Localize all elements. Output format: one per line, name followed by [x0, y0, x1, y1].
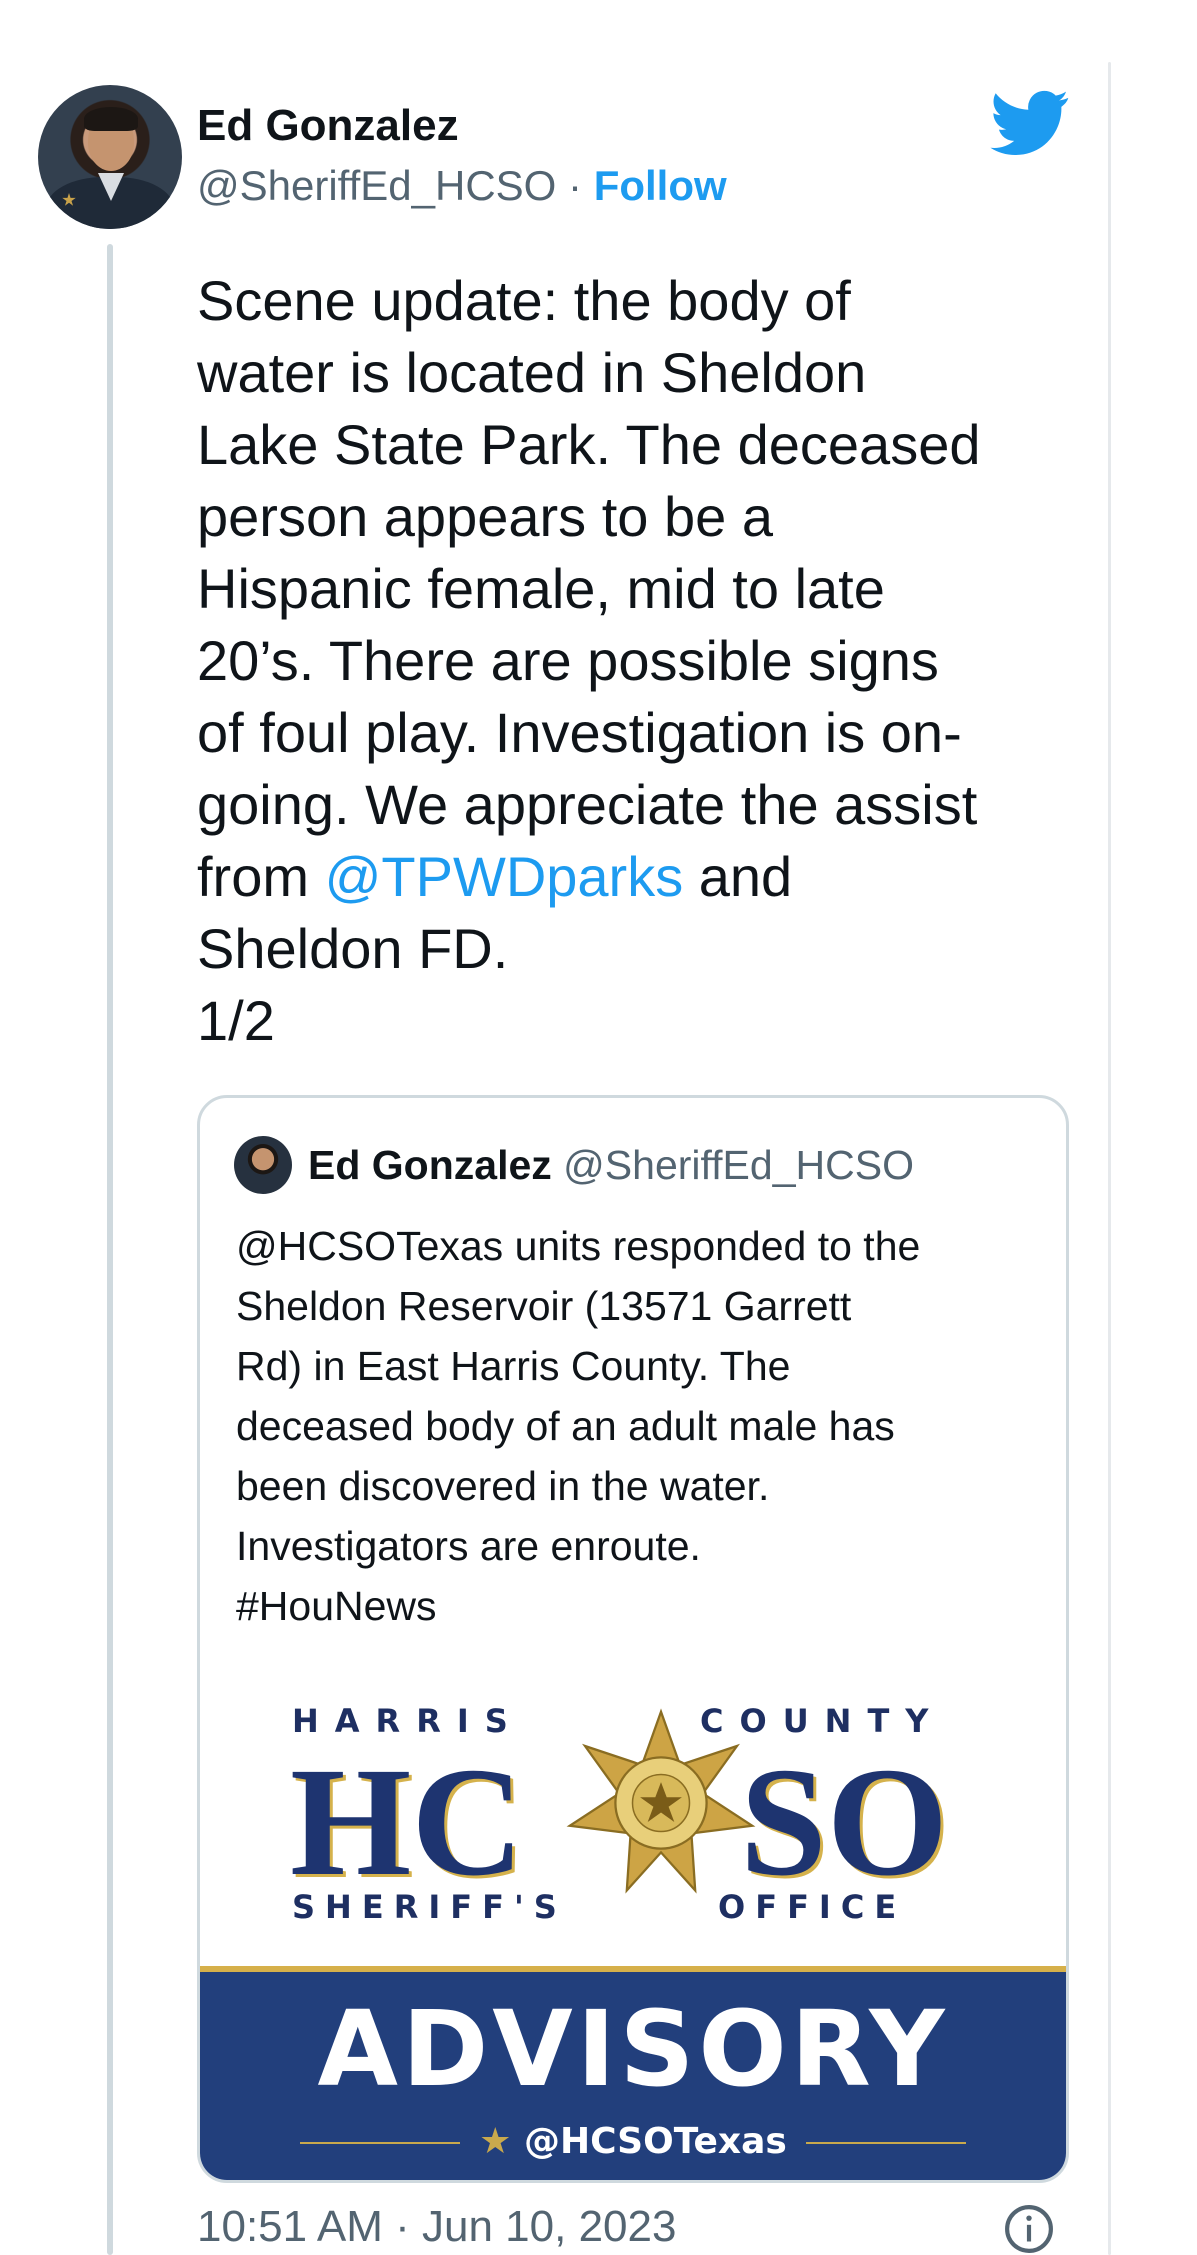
quoted-tweet[interactable]: Ed Gonzalez @SheriffEd_HCSO @HCSOTexas u… — [197, 1095, 1069, 2183]
advisory-title: ADVISORY — [317, 1988, 949, 2110]
quoted-avatar — [234, 1136, 292, 1194]
advisory-account-text: @HCSOTexas — [523, 2121, 787, 2162]
author-handle-row: @SheriffEd_HCSO · Follow — [197, 160, 727, 212]
hcso-advisory-image[interactable]: HARRIS COUNTY HC SO SHERIFF'S OFFICE ADV… — [200, 1688, 1066, 2180]
advisory-account: ★ @HCSOTexas — [200, 2120, 1066, 2164]
sheriff-star-icon — [566, 1708, 756, 1894]
tweet-timestamp[interactable]: 10:51 AM · Jun 10, 2023 — [197, 2200, 676, 2254]
banner-office: OFFICE — [718, 1888, 907, 1926]
author-name[interactable]: Ed Gonzalez — [197, 100, 459, 152]
follow-button[interactable]: Follow — [594, 162, 727, 209]
author-avatar[interactable] — [38, 85, 182, 229]
tweet-text-part-1: Scene update: the body of water is locat… — [197, 269, 981, 908]
separator-dot: · — [568, 162, 583, 209]
twitter-bird-small-icon: ★ — [479, 2121, 524, 2162]
mention-link[interactable]: @TPWDparks — [325, 845, 684, 908]
advisory-bar: ADVISORY ★ @HCSOTexas — [200, 1966, 1066, 2180]
banner-hc: HC — [290, 1735, 524, 1908]
twitter-bird-icon[interactable] — [990, 90, 1070, 156]
thread-line — [107, 244, 113, 2255]
info-icon[interactable] — [1004, 2204, 1054, 2254]
quoted-header: Ed Gonzalez @SheriffEd_HCSO — [308, 1140, 914, 1190]
quoted-author-name: Ed Gonzalez — [308, 1142, 552, 1188]
quoted-author-handle: @SheriffEd_HCSO — [563, 1142, 914, 1188]
banner-sheriffs: SHERIFF'S — [292, 1888, 567, 1926]
quoted-text: @HCSOTexas units responded to the Sheldo… — [236, 1223, 921, 1629]
tweet-text: Scene update: the body of water is locat… — [197, 265, 1097, 1057]
author-handle[interactable]: @SheriffEd_HCSO — [197, 162, 556, 209]
card-border — [1108, 62, 1111, 2255]
banner-so: SO — [740, 1735, 949, 1908]
